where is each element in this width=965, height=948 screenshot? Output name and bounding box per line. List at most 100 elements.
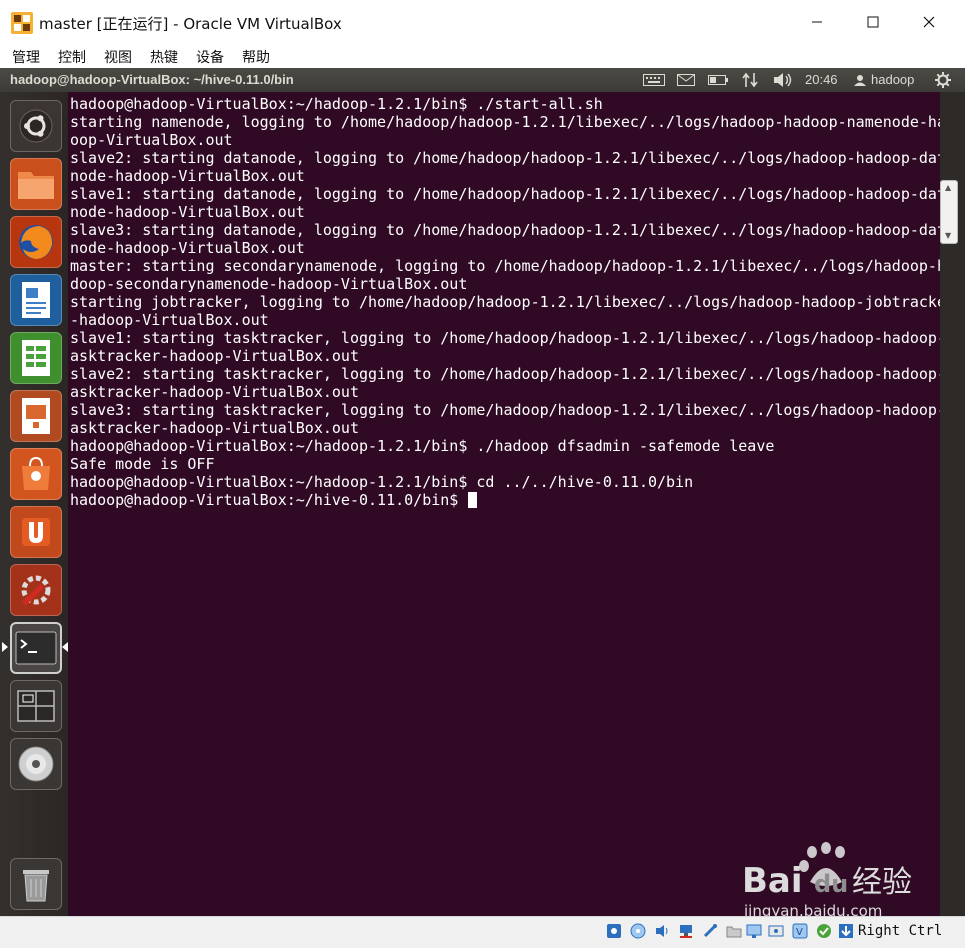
- terminal-line: starting jobtracker, logging to /home/ha…: [70, 293, 940, 311]
- impress-icon: [22, 398, 50, 434]
- maximize-button[interactable]: [844, 0, 902, 44]
- terminal-line: -hadoop-VirtualBox.out: [70, 311, 269, 329]
- text-cursor: [468, 492, 478, 508]
- terminal-line: hadoop@hadoop-VirtualBox:~/hadoop-1.2.1/…: [70, 437, 775, 455]
- terminal-line: slave3: starting datanode, logging to /h…: [70, 221, 940, 239]
- menu-devices[interactable]: 设备: [196, 47, 224, 67]
- terminal-icon: [15, 631, 57, 665]
- virtualization-icon: V: [792, 923, 808, 939]
- launcher-calc[interactable]: [10, 332, 62, 384]
- shared-folder-icon: [726, 926, 742, 938]
- status-network[interactable]: [677, 922, 695, 940]
- keyboard-indicator[interactable]: [642, 72, 666, 88]
- watermark-brand: Bai: [742, 861, 803, 901]
- network-icon: [742, 72, 758, 88]
- terminal-line: oop-VirtualBox.out: [70, 131, 233, 149]
- terminal-window[interactable]: hadoop@hadoop-VirtualBox:~/hadoop-1.2.1/…: [68, 92, 940, 916]
- active-app-arrow-icon: [2, 642, 8, 652]
- clock[interactable]: 20:46: [805, 72, 838, 87]
- terminal-line: master: starting secondarynamenode, logg…: [70, 257, 940, 275]
- launcher-software-center[interactable]: [10, 448, 62, 500]
- menu-control[interactable]: 控制: [58, 47, 86, 67]
- user-menu[interactable]: hadoop: [871, 72, 914, 87]
- menu-manage[interactable]: 管理: [12, 47, 40, 67]
- mouse-integration-icon: [817, 924, 831, 938]
- calc-icon: [22, 340, 50, 376]
- battery-indicator[interactable]: [707, 72, 729, 88]
- settings-wrench-icon: [21, 575, 51, 606]
- terminal-line: asktracker-hadoop-VirtualBox.out: [70, 419, 359, 437]
- close-button[interactable]: [900, 0, 958, 44]
- minimize-button[interactable]: [788, 0, 846, 44]
- terminal-line: slave2: starting datanode, logging to /h…: [70, 149, 940, 167]
- terminal-line: hadoop@hadoop-VirtualBox:~/hadoop-1.2.1/…: [70, 95, 603, 113]
- writer-icon: [22, 282, 50, 318]
- menu-view[interactable]: 视图: [104, 47, 132, 67]
- volume-indicator[interactable]: [772, 72, 794, 88]
- network-indicator[interactable]: [740, 72, 760, 88]
- gear-icon: [935, 72, 951, 88]
- shopping-bag-icon: [22, 456, 50, 490]
- terminal-line: slave3: starting tasktracker, logging to…: [70, 401, 940, 419]
- terminal-prompt: hadoop@hadoop-VirtualBox:~/hive-0.11.0/b…: [70, 491, 468, 509]
- status-hard-disk[interactable]: [605, 922, 623, 940]
- baidu-watermark-logo: Bai du 经验 jingyan.baidu.com: [742, 842, 912, 920]
- window-titlebar: master [正在运行] - Oracle VM VirtualBox: [0, 0, 965, 44]
- status-video-capture[interactable]: [767, 922, 785, 940]
- launcher-ubuntu-one[interactable]: [10, 506, 62, 558]
- display-icon: [746, 924, 762, 938]
- optical-drive-icon: [630, 923, 646, 939]
- launcher-system-settings[interactable]: [10, 564, 62, 616]
- usb-icon: [703, 924, 717, 938]
- status-virtualization[interactable]: V: [791, 922, 809, 940]
- terminal-line: asktracker-hadoop-VirtualBox.out: [70, 347, 359, 365]
- launcher-terminal[interactable]: [10, 622, 62, 674]
- virtualbox-app-icon: [11, 12, 33, 34]
- terminal-line: node-hadoop-VirtualBox.out: [70, 167, 305, 185]
- launcher-writer[interactable]: [10, 274, 62, 326]
- scroll-down-icon[interactable]: ▼: [945, 231, 951, 240]
- launcher-files[interactable]: [10, 158, 62, 210]
- terminal-line: slave2: starting tasktracker, logging to…: [70, 365, 940, 383]
- status-keyboard-capture[interactable]: [837, 922, 855, 940]
- menu-help[interactable]: 帮助: [242, 47, 270, 67]
- status-optical-drive[interactable]: [629, 922, 647, 940]
- status-shared-folders[interactable]: [725, 922, 743, 940]
- folder-icon: [18, 172, 54, 199]
- messaging-indicator[interactable]: [676, 72, 696, 88]
- session-menu[interactable]: [934, 72, 952, 88]
- keyboard-capture-icon: [839, 924, 853, 938]
- ubuntu-logo-icon: [19, 109, 53, 143]
- volume-icon: [774, 73, 792, 87]
- ubuntu-one-icon: [22, 518, 50, 546]
- trash-icon: [23, 870, 49, 902]
- user-icon: [854, 75, 866, 86]
- guest-top-panel: hadoop@hadoop-VirtualBox: ~/hive-0.11.0/…: [0, 68, 965, 92]
- launcher-trash[interactable]: [10, 858, 62, 910]
- launcher-firefox[interactable]: [10, 216, 62, 268]
- status-usb[interactable]: [701, 922, 719, 940]
- launcher-cdrom[interactable]: [10, 738, 62, 790]
- mail-icon: [677, 74, 695, 86]
- launcher-dash-home[interactable]: [10, 100, 62, 152]
- close-icon: [923, 16, 935, 28]
- audio-icon: [656, 925, 668, 937]
- status-mouse-integration[interactable]: [815, 922, 833, 940]
- terminal-scrollbar[interactable]: ▲ ▼: [940, 180, 958, 244]
- launcher-impress[interactable]: [10, 390, 62, 442]
- terminal-output: hadoop@hadoop-VirtualBox:~/hadoop-1.2.1/…: [70, 95, 940, 509]
- menubar: 管理 控制 视图 热键 设备 帮助: [0, 44, 965, 68]
- guest-window-title: hadoop@hadoop-VirtualBox: ~/hive-0.11.0/…: [10, 72, 294, 87]
- status-audio[interactable]: [653, 922, 671, 940]
- status-display[interactable]: [745, 922, 763, 940]
- disc-icon: [18, 746, 54, 782]
- firefox-icon: [19, 225, 53, 259]
- launcher-workspace-switcher[interactable]: [10, 680, 62, 732]
- window-title: master [正在运行] - Oracle VM VirtualBox: [39, 15, 342, 33]
- terminal-line: hadoop@hadoop-VirtualBox:~/hadoop-1.2.1/…: [70, 473, 694, 491]
- vbox-statusbar: V Right Ctrl: [0, 916, 965, 948]
- scroll-up-icon[interactable]: ▲: [945, 183, 951, 192]
- menu-hotkeys[interactable]: 热键: [150, 47, 178, 67]
- terminal-line: starting namenode, logging to /home/hado…: [70, 113, 940, 131]
- terminal-line: asktracker-hadoop-VirtualBox.out: [70, 383, 359, 401]
